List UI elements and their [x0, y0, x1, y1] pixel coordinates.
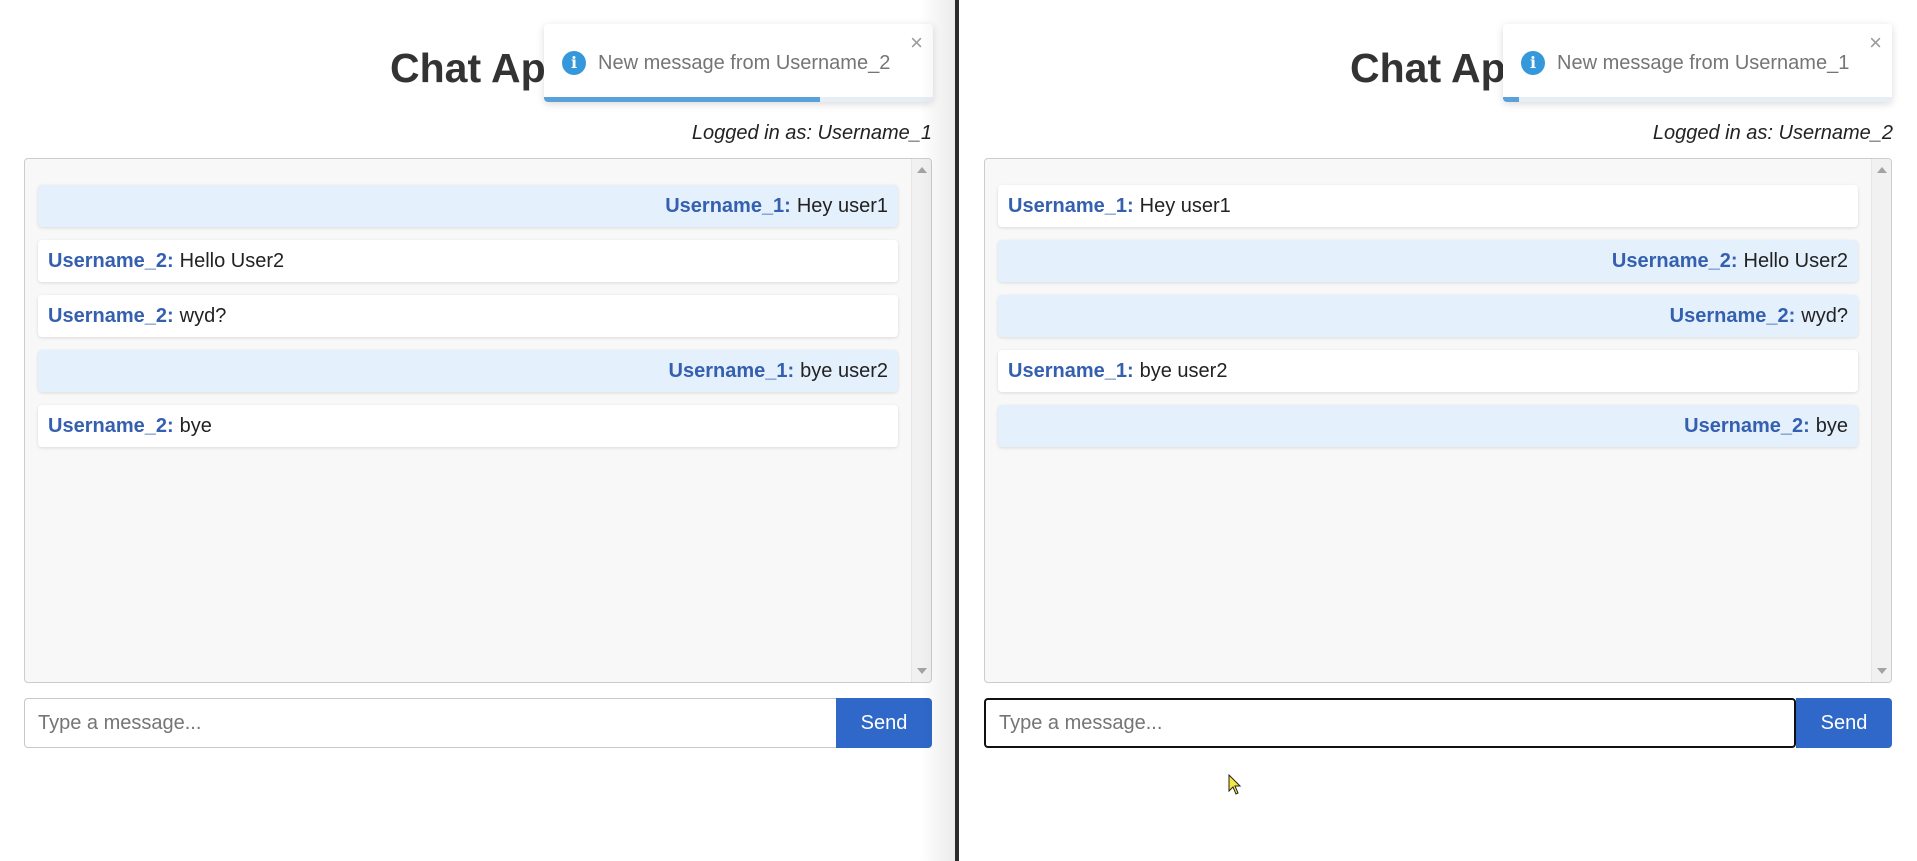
message-list[interactable]: Username_1: Hey user1 Username_2: Hello …	[984, 158, 1892, 683]
toast-progress-track	[544, 97, 933, 102]
messages-container: Username_1: Hey user1 Username_2: Hello …	[38, 185, 898, 460]
message-text: bye user2	[800, 359, 888, 382]
message-username: Username_1:	[1008, 359, 1134, 382]
message-text: Hello User2	[1743, 249, 1848, 272]
chat-window-user2: Chat App Logged in as: Username_2 Userna…	[960, 0, 1917, 861]
message-list-scrollbar[interactable]	[911, 159, 931, 682]
message-username: Username_2:	[1669, 304, 1796, 327]
close-icon[interactable]: ×	[910, 32, 923, 54]
scroll-down-arrow-icon[interactable]	[1877, 668, 1887, 674]
message-text: Hey user1	[1139, 194, 1231, 217]
message-input[interactable]	[984, 698, 1796, 748]
send-button[interactable]: Send	[1796, 698, 1892, 748]
message-username: Username_1:	[665, 194, 791, 217]
message-username: Username_1:	[1008, 194, 1134, 217]
chat-window-user1: Chat App Logged in as: Username_1 Userna…	[0, 0, 956, 861]
message-text: wyd?	[1801, 304, 1848, 327]
message-item: Username_2: Hello User2	[38, 240, 898, 282]
toast-message: New message from Username_2	[598, 52, 891, 74]
scroll-down-arrow-icon[interactable]	[917, 668, 927, 674]
close-icon[interactable]: ×	[1869, 32, 1882, 54]
messages-container: Username_1: Hey user1 Username_2: Hello …	[998, 185, 1858, 460]
message-item: Username_1: bye user2	[38, 350, 898, 392]
message-username: Username_2:	[48, 249, 174, 272]
info-icon: i	[562, 51, 586, 75]
info-icon: i	[1521, 51, 1545, 75]
toast-progress-track	[1503, 97, 1892, 102]
message-item: Username_1: Hey user1	[38, 185, 898, 227]
message-text: Hey user1	[796, 194, 888, 217]
toast-message: New message from Username_1	[1557, 52, 1850, 74]
message-input[interactable]	[24, 698, 836, 748]
message-text: wyd?	[179, 304, 227, 327]
send-button[interactable]: Send	[836, 698, 932, 748]
message-item: Username_2: Hello User2	[998, 240, 1858, 282]
message-item: Username_2: wyd?	[38, 295, 898, 337]
message-composer: Send	[24, 698, 932, 748]
message-item: Username_2: bye	[38, 405, 898, 447]
message-item: Username_1: Hey user1	[998, 185, 1858, 227]
message-username: Username_2:	[48, 414, 174, 437]
message-item: Username_2: wyd?	[998, 295, 1858, 337]
notification-toast[interactable]: i New message from Username_1 ×	[1503, 24, 1892, 102]
message-username: Username_1:	[668, 359, 795, 382]
message-username: Username_2:	[48, 304, 174, 327]
notification-toast[interactable]: i New message from Username_2 ×	[544, 24, 933, 102]
message-text: bye	[1815, 414, 1848, 437]
message-list-scrollbar[interactable]	[1871, 159, 1891, 682]
message-item: Username_1: bye user2	[998, 350, 1858, 392]
message-text: bye	[179, 414, 212, 437]
message-item: Username_2: bye	[998, 405, 1858, 447]
message-text: Hello User2	[179, 249, 285, 272]
dual-window-screen: Chat App Logged in as: Username_1 Userna…	[0, 0, 1917, 861]
logged-in-label: Logged in as: Username_2	[1652, 122, 1893, 144]
message-username: Username_2:	[1684, 414, 1810, 437]
message-text: bye user2	[1139, 359, 1228, 382]
toast-progress-bar	[1503, 97, 1519, 102]
message-composer: Send	[984, 698, 1892, 748]
window-divider[interactable]	[955, 0, 959, 861]
toast-progress-bar	[544, 97, 821, 102]
message-username: Username_2:	[1611, 249, 1738, 272]
scroll-up-arrow-icon[interactable]	[1877, 167, 1887, 173]
scroll-up-arrow-icon[interactable]	[917, 167, 927, 173]
logged-in-label: Logged in as: Username_1	[691, 122, 932, 144]
message-list[interactable]: Username_1: Hey user1 Username_2: Hello …	[24, 158, 932, 683]
mouse-cursor-icon	[1228, 774, 1242, 795]
